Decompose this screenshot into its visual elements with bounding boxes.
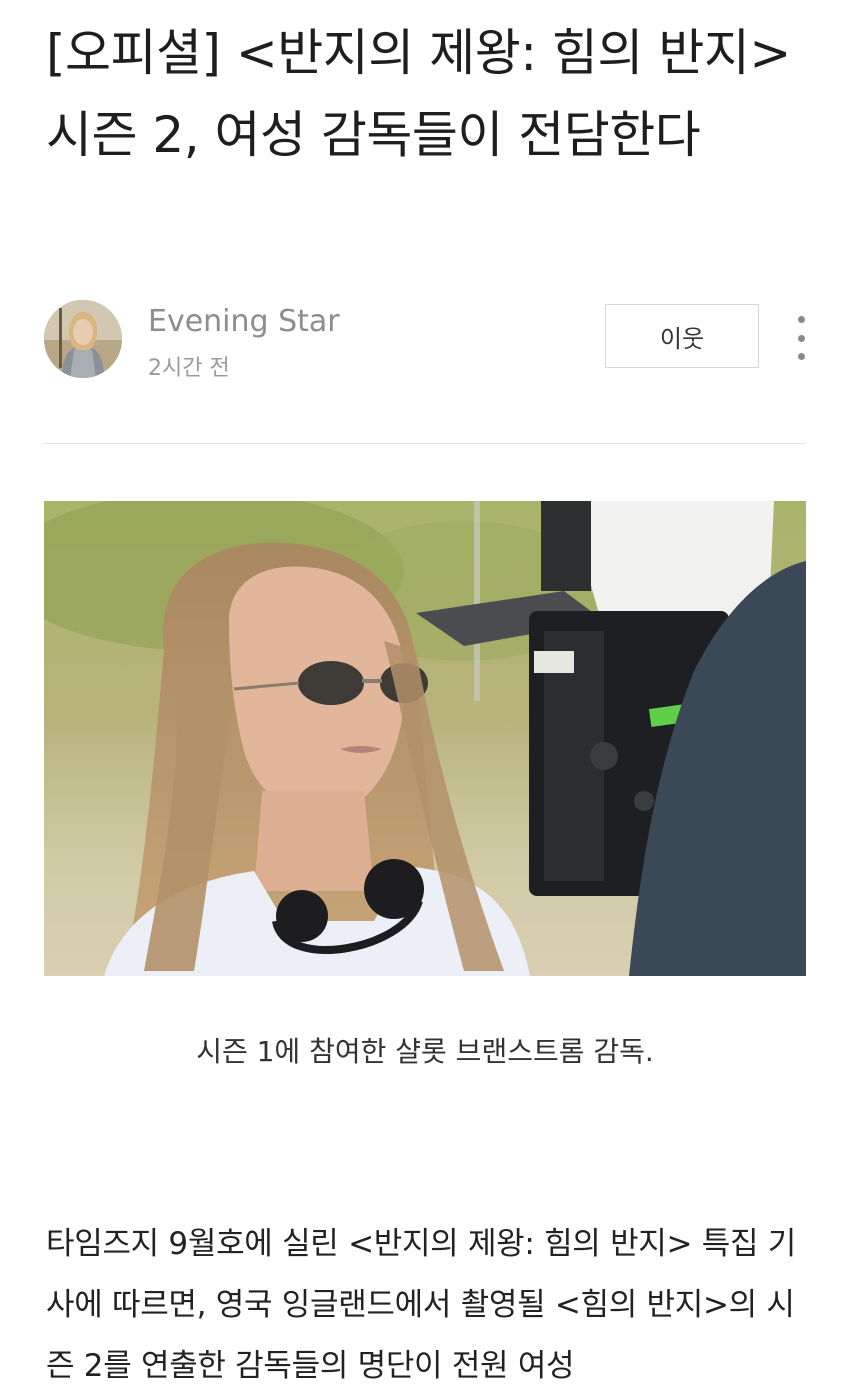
divider [44,443,806,444]
author-avatar[interactable] [44,300,122,378]
more-dot [797,353,805,360]
article-photo[interactable] [44,501,806,976]
more-vertical-icon[interactable] [789,316,813,360]
more-dot [797,334,805,342]
post-time: 2시간 전 [148,356,230,381]
more-dot [797,316,805,323]
article-title: [오피셜] <반지의 제왕: 힘의 반지> 시즌 2, 여성 감독들이 전담한다 [46,24,791,164]
author-row: Evening Star 2시간 전 이웃 [44,300,814,381]
photo-caption: 시즌 1에 참여한 샬롯 브랜스트롬 감독. [196,1035,654,1068]
article-body-paragraph: 타임즈지 9월호에 실린 <반지의 제왕: 힘의 반지> 특집 기사에 따르면,… [46,1226,796,1384]
author-name[interactable]: Evening Star [148,304,340,339]
follow-button[interactable]: 이웃 [605,304,759,368]
